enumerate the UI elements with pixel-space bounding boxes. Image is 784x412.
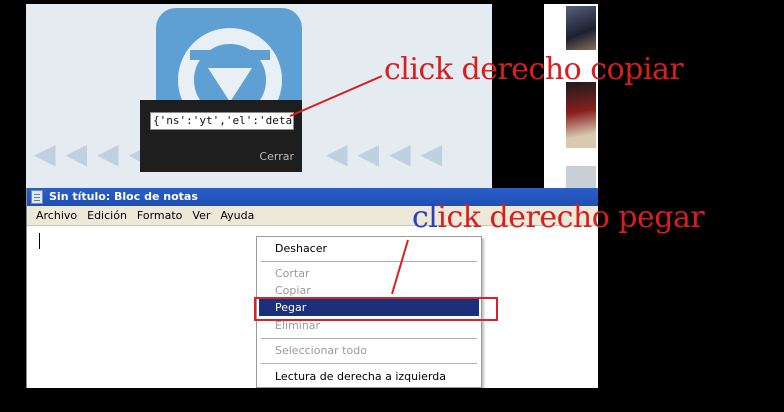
window-title: Sin título: Bloc de notas (49, 190, 198, 203)
related-video-thumbnail[interactable] (566, 166, 596, 190)
ctx-item-cortar[interactable]: Cortar (259, 265, 479, 282)
video-side-strip (492, 4, 544, 188)
close-button[interactable]: Cerrar (259, 150, 294, 163)
annotation-paste-rest: ick derecho pegar (437, 200, 705, 235)
related-video-thumbnail[interactable] (566, 82, 596, 148)
decorative-arrows-right: ◀◀◀◀ (326, 137, 453, 170)
embed-code-field[interactable]: {'ns':'yt','el':'detailpage' (150, 112, 294, 130)
ctx-item-lectura-rtl[interactable]: Lectura de derecha a izquierda (259, 368, 479, 385)
notepad-icon (31, 190, 43, 204)
related-video-thumbnail[interactable] (566, 6, 596, 50)
pegar-highlight-box (254, 297, 498, 321)
menu-edicion[interactable]: Edición (82, 206, 132, 225)
menu-ver[interactable]: Ver (187, 206, 215, 225)
menu-separator (261, 363, 477, 364)
menu-separator (261, 338, 477, 339)
annotation-paste-prefix: cl (412, 200, 438, 235)
annotation-copy: click derecho copiar (384, 52, 684, 87)
menu-formato[interactable]: Formato (132, 206, 188, 225)
menu-ayuda[interactable]: Ayuda (215, 206, 259, 225)
menu-archivo[interactable]: Archivo (31, 206, 82, 225)
ctx-item-seleccionar-todo[interactable]: Seleccionar todo (259, 342, 479, 359)
ctx-item-deshacer[interactable]: Deshacer (259, 240, 479, 257)
menu-separator (261, 261, 477, 262)
text-caret (39, 233, 40, 249)
embed-code-popup: {'ns':'yt','el':'detailpage' Cerrar (140, 100, 302, 172)
annotation-paste: click derecho pegar (412, 200, 705, 235)
